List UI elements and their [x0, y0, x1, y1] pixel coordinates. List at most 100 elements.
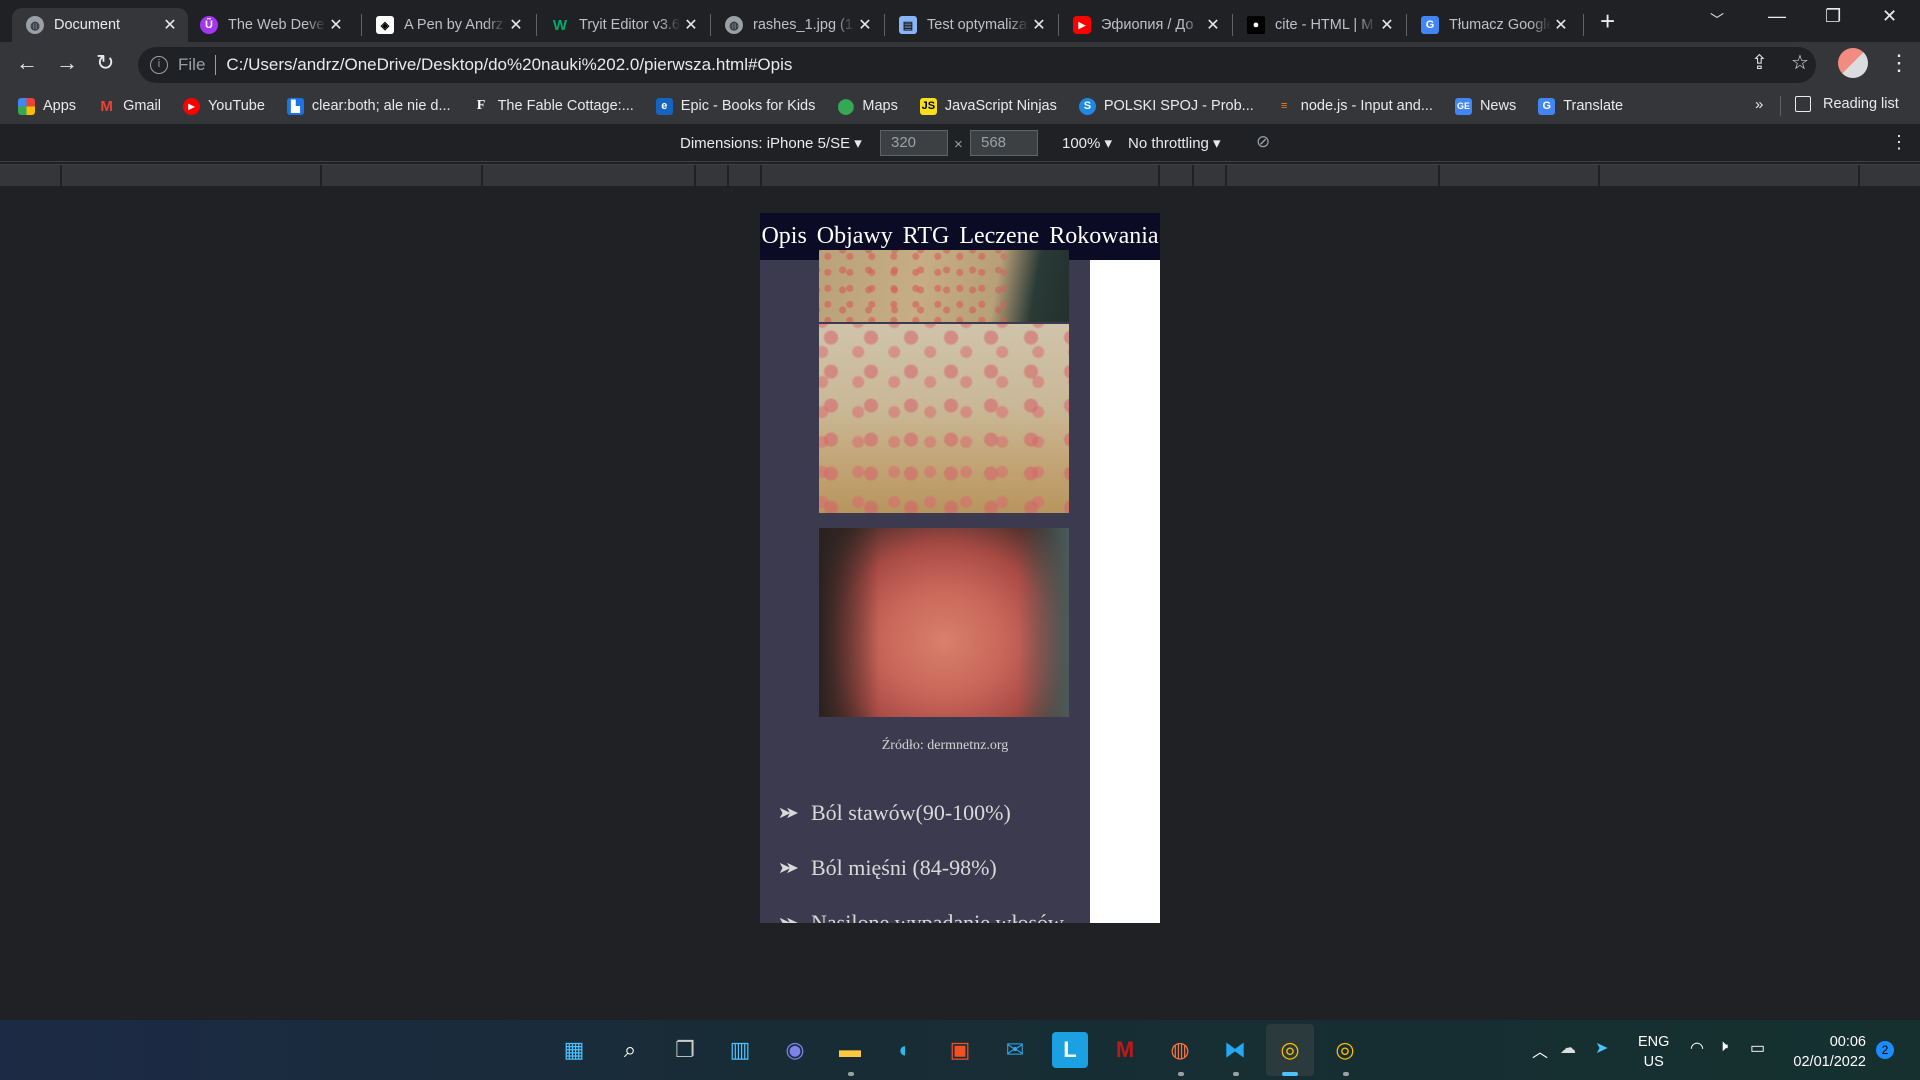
- close-tab-icon[interactable]: ✕: [855, 15, 875, 35]
- media-query-bar[interactable]: [0, 164, 1920, 187]
- bookmark-epic[interactable]: e Epic - Books for Kids: [655, 97, 815, 115]
- zoom-dropdown[interactable]: 100% ▾: [1062, 134, 1112, 152]
- widgets-icon[interactable]: ▥: [722, 1032, 758, 1068]
- device-screen[interactable]: Opis Objawy RTG Leczene Rokowania Źródło…: [760, 213, 1160, 923]
- tab-test-optymalizacji[interactable]: ▤ Test optymalizacji ✕: [885, 8, 1057, 42]
- edge-icon[interactable]: ◐: [887, 1032, 923, 1068]
- url-text[interactable]: C:/Users/andrz/OneDrive/Desktop/do%20nau…: [226, 55, 792, 75]
- close-tab-icon[interactable]: ✕: [326, 15, 346, 35]
- speaker-muted-icon[interactable]: 🕨: [1718, 1038, 1728, 1056]
- close-tab-icon[interactable]: ✕: [506, 15, 526, 35]
- media-query-marker[interactable]: [1598, 165, 1600, 187]
- show-hidden-icons-chevron[interactable]: ︿: [1532, 1038, 1548, 1062]
- tab-mdn-cite[interactable]: ● cite - HTML | M ✕: [1233, 8, 1405, 42]
- media-query-marker[interactable]: [1158, 165, 1160, 187]
- input-language[interactable]: ENG US: [1638, 1032, 1669, 1072]
- close-tab-icon[interactable]: ✕: [1551, 15, 1571, 35]
- media-query-marker[interactable]: [1858, 165, 1860, 187]
- l-app-icon[interactable]: L: [1052, 1032, 1088, 1068]
- tab-youtube-ethiopia[interactable]: ▶ Эфиопия / До ✕: [1059, 8, 1231, 42]
- close-tab-icon[interactable]: ✕: [1377, 15, 1397, 35]
- media-query-marker[interactable]: [727, 165, 729, 187]
- task-view-icon[interactable]: ❐: [667, 1032, 703, 1068]
- vscode-icon[interactable]: ⧓: [1217, 1032, 1253, 1068]
- media-query-marker[interactable]: [1438, 165, 1440, 187]
- close-tab-icon[interactable]: ✕: [160, 15, 180, 35]
- location-arrow-icon[interactable]: ➤: [1595, 1038, 1608, 1058]
- tab-web-developer[interactable]: Ũ The Web Developer ✕: [186, 8, 354, 42]
- minimize-button[interactable]: —: [1768, 6, 1786, 27]
- media-query-marker[interactable]: [481, 165, 483, 187]
- close-tab-icon[interactable]: ✕: [681, 15, 701, 35]
- notification-badge[interactable]: 2: [1876, 1041, 1894, 1059]
- nav-link-objawy[interactable]: Objawy: [817, 223, 893, 250]
- bookmark-apps[interactable]: Apps: [18, 97, 76, 115]
- media-query-marker[interactable]: [760, 165, 762, 187]
- address-bar[interactable]: i File C:/Users/andrz/OneDrive/Desktop/d…: [138, 47, 1816, 83]
- more-bookmarks-button[interactable]: »: [1755, 96, 1763, 113]
- tab-codepen[interactable]: ◈ A Pen by Andrz ✕: [362, 8, 534, 42]
- restore-button[interactable]: ❐: [1825, 6, 1841, 27]
- nav-link-opis[interactable]: Opis: [761, 223, 806, 250]
- bookmark-javascript-ninjas[interactable]: JS JavaScript Ninjas: [919, 97, 1057, 115]
- tab-rashes-image[interactable]: ◍ rashes_1.jpg (1 ✕: [711, 8, 883, 42]
- tab-search-chevron-icon[interactable]: ﹀: [1710, 10, 1724, 30]
- bookmark-youtube[interactable]: ▶ YouTube: [182, 97, 265, 115]
- device-toolbar-menu-icon[interactable]: ⋮: [1890, 132, 1908, 153]
- bookmark-star-icon[interactable]: ☆: [1791, 50, 1809, 75]
- bookmark-label: JavaScript Ninjas: [944, 98, 1057, 114]
- close-window-button[interactable]: ✕: [1882, 6, 1897, 27]
- width-input[interactable]: 320: [880, 130, 948, 156]
- info-icon[interactable]: i: [150, 56, 168, 74]
- tab-tryit-editor[interactable]: W Tryit Editor v3.6 ✕: [537, 8, 709, 42]
- device-dimensions-dropdown[interactable]: Dimensions: iPhone 5/SE ▾: [680, 134, 862, 152]
- bookmark-news[interactable]: GE News: [1454, 97, 1516, 115]
- media-query-marker[interactable]: [1225, 165, 1227, 187]
- media-query-marker[interactable]: [60, 165, 62, 187]
- nav-link-leczene[interactable]: Leczene: [959, 223, 1039, 250]
- youtube-icon: ▶: [1073, 16, 1091, 34]
- media-query-marker[interactable]: [1192, 165, 1194, 187]
- tab-google-translate[interactable]: G Tłumacz Google ✕: [1407, 8, 1579, 42]
- bookmark-gmail[interactable]: M Gmail: [98, 98, 161, 115]
- teams-chat-icon[interactable]: ◉: [777, 1032, 813, 1068]
- close-tab-icon[interactable]: ✕: [1203, 15, 1223, 35]
- tab-document[interactable]: ◍ Document ✕: [12, 8, 188, 42]
- mail-icon[interactable]: ✉: [997, 1032, 1033, 1068]
- file-explorer-icon[interactable]: ▬: [832, 1032, 868, 1068]
- share-icon[interactable]: ⇪: [1751, 50, 1768, 75]
- mcafee-icon[interactable]: M: [1107, 1032, 1143, 1068]
- bookmark-fable-cottage[interactable]: F The Fable Cottage:...: [473, 98, 634, 115]
- media-query-marker[interactable]: [694, 165, 696, 187]
- onedrive-cloud-icon[interactable]: ☁: [1560, 1038, 1576, 1058]
- start-icon[interactable]: ▦: [556, 1032, 592, 1068]
- reading-list-button[interactable]: Reading list: [1795, 96, 1899, 112]
- rotate-icon[interactable]: ⊘: [1256, 132, 1270, 152]
- media-query-marker[interactable]: [320, 165, 322, 187]
- system-clock[interactable]: 00:06 02/01/2022: [1788, 1032, 1866, 1072]
- bookmark-nodejs-input[interactable]: ≡ node.js - Input and...: [1276, 98, 1433, 115]
- wifi-icon[interactable]: ◠: [1690, 1038, 1704, 1058]
- nav-link-rtg[interactable]: RTG: [903, 223, 950, 250]
- search-icon[interactable]: ⌕: [612, 1032, 648, 1068]
- profile-avatar[interactable]: [1838, 48, 1868, 78]
- close-tab-icon[interactable]: ✕: [1029, 15, 1049, 35]
- bookmark-translate[interactable]: G Translate: [1538, 97, 1623, 115]
- bookmark-maps[interactable]: ⬤ Maps: [837, 98, 897, 115]
- back-button[interactable]: ←: [16, 50, 38, 76]
- nav-link-rokowania[interactable]: Rokowania: [1049, 223, 1158, 250]
- throttling-dropdown[interactable]: No throttling ▾: [1128, 134, 1221, 152]
- height-input[interactable]: 568: [970, 130, 1038, 156]
- reload-button[interactable]: ↻: [96, 50, 114, 76]
- chrome-icon[interactable]: ◎: [1327, 1032, 1363, 1068]
- bookmark-polski-spoj[interactable]: S POLSKI SPOJ - Prob...: [1078, 97, 1254, 115]
- new-tab-button[interactable]: +: [1600, 6, 1615, 37]
- firefox-icon[interactable]: ◍: [1162, 1032, 1198, 1068]
- fable-cottage-icon: F: [476, 98, 486, 113]
- chrome-icon[interactable]: ◎: [1266, 1024, 1314, 1076]
- forward-button[interactable]: →: [56, 50, 78, 76]
- battery-icon[interactable]: ▭: [1750, 1038, 1765, 1058]
- ms-store-icon[interactable]: ▣: [942, 1032, 978, 1068]
- bookmark-clear-both[interactable]: ▙ clear:both; ale nie d...: [286, 97, 451, 115]
- browser-menu-icon[interactable]: ⋮: [1888, 50, 1910, 76]
